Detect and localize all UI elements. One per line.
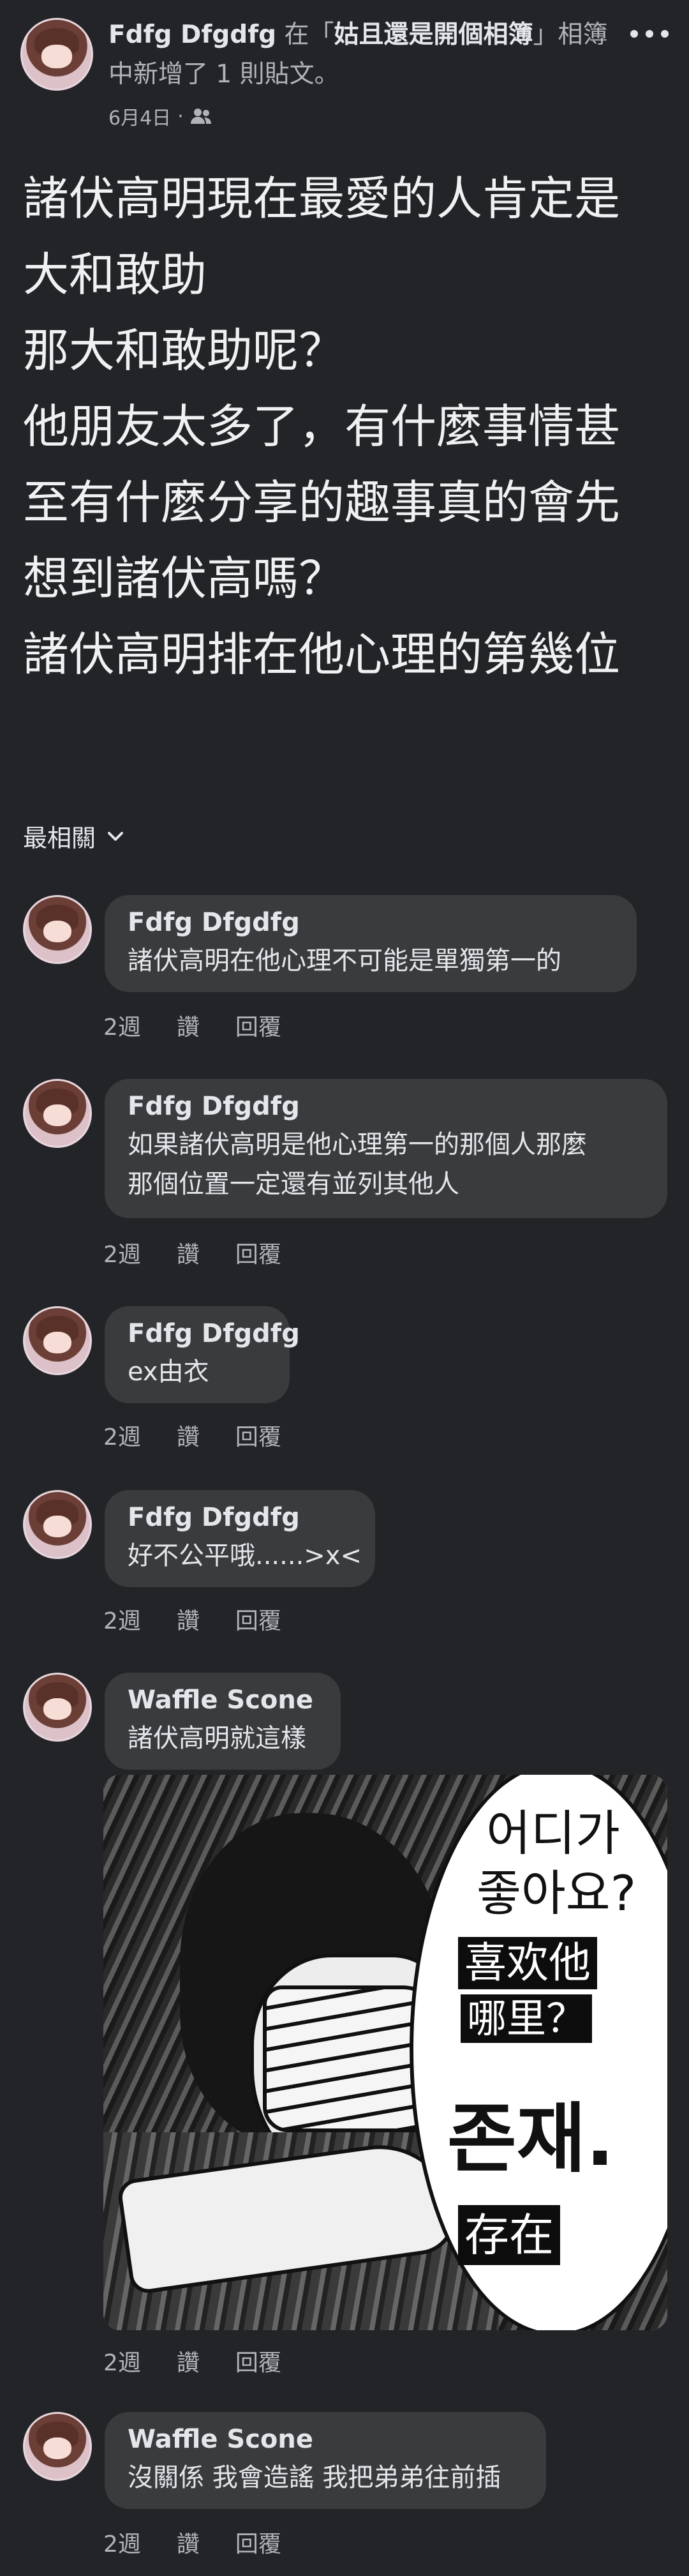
post-body-line: 諸伏高明排在他心理的第幾位 — [23, 628, 621, 681]
like-button[interactable]: 讚 — [177, 2526, 200, 2559]
comment-text: 諸伏高明在他心理不可能是單獨第一的 — [128, 946, 561, 975]
comment-time[interactable]: 2週 — [103, 1236, 141, 1269]
commenter-name[interactable]: Waffle Scone — [128, 1682, 318, 1719]
commenter-avatar[interactable] — [23, 1673, 92, 1742]
chevron-down-icon — [108, 831, 124, 841]
comment-text: ex由衣 — [128, 1357, 209, 1387]
comment: Waffle Scone 諸伏高明就這樣 — [23, 1673, 667, 1775]
reply-button[interactable]: 回覆 — [235, 2344, 281, 2377]
post-header-text: Fdfg Dfgdfg 在「姑且還是開個相簿」相簿中新增了 1 則貼文。 — [108, 15, 619, 94]
comment-actions: 2週 讚 回覆 — [103, 2526, 281, 2559]
comment-actions: 2週 讚 回覆 — [103, 1419, 281, 1452]
action-prefix: 在「 — [284, 20, 334, 49]
comment-bubble: Waffle Scone 諸伏高明就這樣 — [105, 1673, 341, 1770]
like-button[interactable]: 讚 — [177, 1419, 200, 1452]
meme-chinese-answer: 存在 — [458, 2205, 560, 2265]
meme-korean-question-2: 좋아요? — [476, 1865, 637, 1922]
comment-sort-dropdown[interactable]: 最相關 — [23, 818, 124, 854]
post-body-line: 諸伏高明現在最愛的人肯定是 — [23, 172, 621, 225]
comment-text: 沒關係 我會造謠 我把弟弟往前插 — [128, 2463, 501, 2492]
commenter-avatar[interactable] — [23, 1490, 92, 1559]
comment-actions: 2週 讚 回覆 — [103, 2344, 281, 2377]
comment-bubble: Fdfg Dfgdfg 如果諸伏高明是他心理第一的那個人那麼 那個位置一定還有並… — [105, 1079, 667, 1218]
album-link[interactable]: 姑且還是開個相簿 — [334, 20, 533, 49]
post-body-line: 他朋友太多了，有什麼事情甚 — [23, 400, 621, 453]
comment: Fdfg Dfgdfg 好不公平哦......>x< — [23, 1490, 667, 1592]
comment-actions: 2週 讚 回覆 — [103, 1602, 281, 1636]
comment: Fdfg Dfgdfg 諸伏高明在他心理不可能是單獨第一的 — [23, 895, 667, 997]
commenter-name[interactable]: Fdfg Dfgdfg — [128, 1499, 352, 1536]
dot-icon — [661, 30, 669, 38]
comment-text: 好不公平哦......>x< — [128, 1541, 362, 1570]
commenter-name[interactable]: Fdfg Dfgdfg — [128, 904, 614, 941]
post-meta: 6月4日 · — [108, 102, 212, 130]
comment-time[interactable]: 2週 — [103, 2344, 141, 2377]
commenter-name[interactable]: Waffle Scone — [128, 2421, 523, 2458]
commenter-avatar[interactable] — [23, 1079, 92, 1148]
post-date[interactable]: 6月4日 — [108, 102, 171, 130]
comment-image[interactable]: 어디가 좋아요? 喜欢他 哪里？ 존재. 存在 — [103, 1775, 667, 2330]
comment-bubble: Fdfg Dfgdfg ex由衣 — [105, 1306, 300, 1403]
commenter-name[interactable]: Fdfg Dfgdfg — [128, 1088, 644, 1125]
comment-time[interactable]: 2週 — [103, 1009, 141, 1042]
commenter-name[interactable]: Fdfg Dfgdfg — [128, 1315, 300, 1352]
post-body-line: 至有什麼分享的趣事真的會先 — [23, 476, 621, 529]
comment-bubble: Fdfg Dfgdfg 諸伏高明在他心理不可能是單獨第一的 — [105, 895, 637, 992]
comment-time[interactable]: 2週 — [103, 1602, 141, 1636]
post-body-line: 想到諸伏高嗎？ — [23, 552, 345, 605]
friends-icon — [190, 109, 211, 124]
comment-actions: 2週 讚 回覆 — [103, 1009, 281, 1042]
comment-time[interactable]: 2週 — [103, 2526, 141, 2559]
comment: Fdfg Dfgdfg 如果諸伏高明是他心理第一的那個人那麼 那個位置一定還有並… — [23, 1079, 667, 1219]
dot-icon — [630, 30, 638, 38]
comment-time[interactable]: 2週 — [103, 1419, 141, 1452]
comment-text: 那個位置一定還有並列其他人 — [128, 1170, 459, 1199]
like-button[interactable]: 讚 — [177, 1009, 200, 1042]
more-options-button[interactable] — [630, 24, 669, 43]
sort-label: 最相關 — [23, 824, 96, 852]
comment-bubble: Waffle Scone 沒關係 我會造謠 我把弟弟往前插 — [105, 2412, 546, 2509]
comment-bubble: Fdfg Dfgdfg 好不公平哦......>x< — [105, 1490, 375, 1587]
reply-button[interactable]: 回覆 — [235, 1602, 281, 1636]
comment-text: 如果諸伏高明是他心理第一的那個人那麼 — [128, 1130, 587, 1159]
like-button[interactable]: 讚 — [177, 2344, 200, 2377]
like-button[interactable]: 讚 — [177, 1602, 200, 1636]
comment-text: 諸伏高明就這樣 — [128, 1724, 306, 1753]
like-button[interactable]: 讚 — [177, 1236, 200, 1269]
comment-actions: 2週 讚 回覆 — [103, 1236, 281, 1269]
author-avatar[interactable] — [20, 18, 93, 91]
author-name[interactable]: Fdfg Dfgdfg — [108, 20, 276, 49]
meme-chinese-question-1: 喜欢他 — [458, 1937, 597, 1989]
reply-button[interactable]: 回覆 — [235, 1419, 281, 1452]
meta-separator: · — [177, 105, 184, 128]
commenter-avatar[interactable] — [23, 2412, 92, 2481]
comment: Fdfg Dfgdfg ex由衣 — [23, 1306, 667, 1408]
commenter-avatar[interactable] — [23, 895, 92, 964]
post-body-line: 大和敢助 — [23, 248, 207, 301]
meme-chinese-question-2: 哪里？ — [461, 1994, 593, 2043]
reply-button[interactable]: 回覆 — [235, 2526, 281, 2559]
dot-icon — [646, 30, 653, 38]
reply-button[interactable]: 回覆 — [235, 1236, 281, 1269]
reply-button[interactable]: 回覆 — [235, 1009, 281, 1042]
post-body: 諸伏高明現在最愛的人肯定是 大和敢助 那大和敢助呢？ 他朋友太多了，有什麼事情甚… — [23, 161, 667, 693]
post-header: Fdfg Dfgdfg 在「姑且還是開個相簿」相簿中新增了 1 則貼文。 6月4… — [20, 15, 669, 137]
commenter-avatar[interactable] — [23, 1306, 92, 1375]
comment: Waffle Scone 沒關係 我會造謠 我把弟弟往前插 — [23, 2412, 667, 2514]
post-body-line: 那大和敢助呢？ — [23, 324, 345, 377]
meme-korean-question-1: 어디가 — [486, 1805, 620, 1862]
meme-korean-answer: 존재. — [447, 2095, 614, 2183]
